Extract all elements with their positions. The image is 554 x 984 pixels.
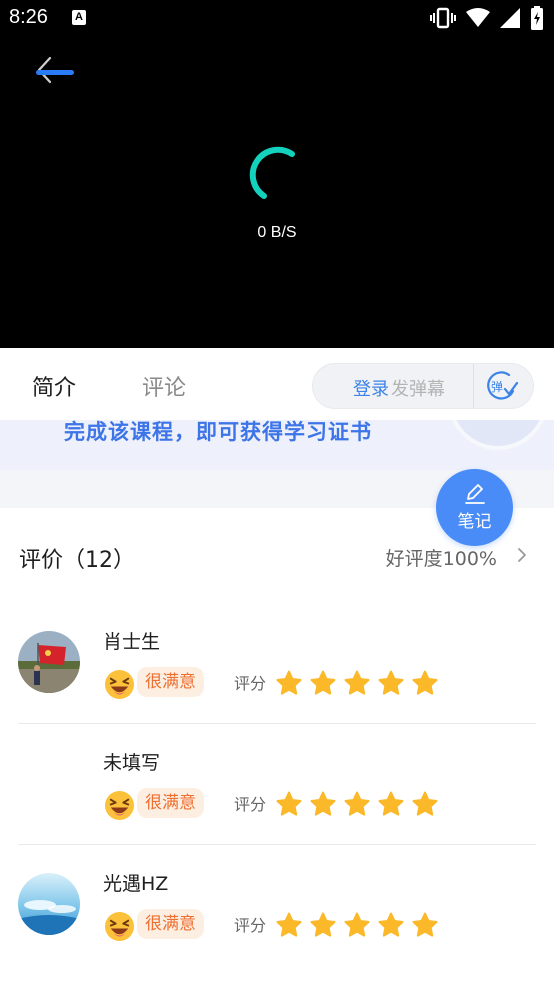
note-button[interactable]: 笔记 [436,469,513,546]
star-icon [412,912,438,937]
pencil-icon [464,484,485,504]
status-time: 8:26 [9,6,48,28]
star-icon [310,670,336,695]
star-icon [378,791,404,816]
star-icon [310,912,336,937]
review-item: 肖士生 很满意 评分 [0,603,554,724]
star-icon [276,791,302,816]
score-label: 评分 [234,674,267,693]
satisfaction-badge: 很满意 [137,909,204,939]
danmu-bar: 登录 发弹幕 弹 [312,363,534,409]
wifi-icon [466,8,490,27]
star-icon [276,912,302,937]
danmu-login-link[interactable]: 登录 [353,379,389,400]
satisfaction-badge: 很满意 [137,788,204,818]
chevron-right-icon [518,548,526,562]
note-button-label: 笔记 [457,512,492,532]
tab-bar: 简介 评论 登录 发弹幕 弹 [0,348,554,420]
vibrate-icon [430,7,456,29]
loading-spinner-icon [249,146,295,199]
laughing-face-icon [104,790,135,821]
star-icon [276,670,302,695]
star-icon [344,912,370,937]
score-label: 评分 [234,916,267,935]
score-label: 评分 [234,795,267,814]
satisfaction-badge: 很满意 [137,667,204,697]
star-icon [378,670,404,695]
danmu-divider [473,364,474,408]
danmu-toggle-icon[interactable]: 弹 [485,371,519,401]
danmu-input[interactable]: 发弹幕 [391,379,445,400]
star-icon [412,670,438,695]
active-tab-indicator [36,70,74,75]
laughing-face-icon [104,669,135,700]
download-speed: 0 B/S [257,224,297,241]
star-icon [344,670,370,695]
video-player[interactable]: 8:26 A 0 B/S [0,0,554,348]
review-item: 未填写 很满意 评分 [0,724,554,845]
star-icon [412,791,438,816]
positive-rate: 好评度100% [385,548,497,570]
tab-comments[interactable]: 评论 [142,370,186,402]
review-item: 光遇HZ 很满意 评分 [0,845,554,966]
battery-icon [531,6,543,30]
star-icon [344,791,370,816]
banner-decoration [448,420,548,450]
reviews-title: 评价（12） [19,548,135,573]
star-rating [275,669,439,697]
star-rating [275,911,439,939]
signal-icon [500,8,520,28]
star-icon [310,791,336,816]
avatar[interactable] [18,873,80,935]
star-rating [275,790,439,818]
star-icon [378,912,404,937]
reviewer-name: 未填写 [103,752,161,774]
status-bar: 8:26 A [0,0,554,36]
danmu-toggle-label: 弹 [491,380,503,394]
reviewer-name: 光遇HZ [103,873,169,895]
reviewer-name: 肖士生 [103,631,161,653]
avatar[interactable] [18,631,80,693]
tab-intro[interactable]: 简介 [32,370,76,402]
banner-text: 完成该课程，即可获得学习证书 [64,420,372,444]
notification-a-icon: A [72,10,86,25]
certificate-banner: 完成该课程，即可获得学习证书 [0,420,554,470]
laughing-face-icon [104,911,135,942]
